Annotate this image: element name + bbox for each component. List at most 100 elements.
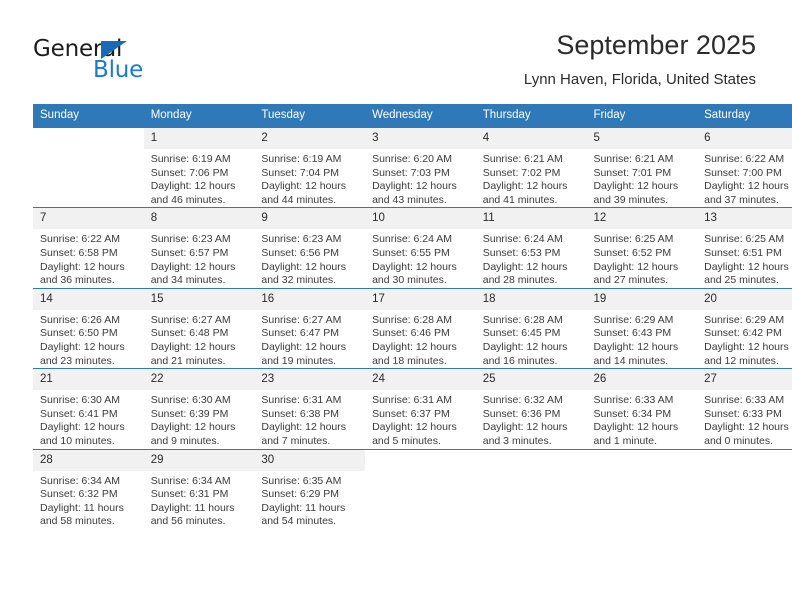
weekday-header-sunday: Sunday — [33, 104, 144, 128]
daylight-text: Daylight: 12 hours and 18 minutes. — [372, 340, 457, 367]
day-number: 25 — [475, 369, 587, 391]
calendar-week-row: 14 Sunrise: 6:26 AM Sunset: 6:50 PM Dayligh… — [33, 287, 792, 369]
sunrise-text: Sunrise: 6:32 AM — [482, 394, 563, 407]
calendar-day-cell[interactable]: 22 Sunrise: 6:30 AM Sunset: 6:39 PM Dayligh… — [143, 368, 255, 449]
calendar-day-cell[interactable]: 20 Sunrise: 6:29 AM Sunset: 6:42 PM Dayligh… — [697, 287, 792, 369]
sunrise-text: Sunrise: 6:29 AM — [704, 313, 785, 326]
calendar-day-cell[interactable]: 30 Sunrise: 6:35 AM Sunset: 6:29 PM Dayligh… — [254, 448, 366, 529]
calendar-day-cell[interactable]: 5 Sunrise: 6:21 AM Sunset: 7:01 PM Daylight… — [586, 126, 698, 208]
sunset-text: Sunset: 7:06 PM — [150, 166, 229, 179]
calendar-day-cell[interactable]: 18 Sunrise: 6:28 AM Sunset: 6:45 PM Dayligh… — [475, 287, 587, 369]
daylight-text: Daylight: 11 hours and 58 minutes. — [40, 501, 124, 528]
sunrise-text: Sunrise: 6:27 AM — [150, 313, 231, 326]
day-number: 1 — [143, 128, 255, 149]
calendar-day-cell[interactable]: 6 Sunrise: 6:22 AM Sunset: 7:00 PM Daylight… — [697, 126, 792, 208]
sunset-text: Sunset: 6:37 PM — [372, 407, 450, 420]
sunrise-text: Sunrise: 6:29 AM — [593, 313, 674, 326]
day-sun-info: Sunrise: 6:23 AM Sunset: 6:57 PM Daylight:… — [144, 229, 255, 287]
weekday-header-tuesday: Tuesday — [254, 104, 366, 128]
daylight-text: Daylight: 12 hours and 32 minutes. — [261, 260, 347, 287]
calendar-day-cell[interactable]: 11 Sunrise: 6:24 AM Sunset: 6:53 PM Dayligh… — [475, 207, 587, 289]
calendar-day-cell[interactable]: 7 Sunrise: 6:22 AM Sunset: 6:58 PM Daylight… — [33, 207, 144, 289]
sunset-text: Sunset: 6:53 PM — [482, 246, 561, 259]
calendar-week-row: 1 Sunrise: 6:19 AM Sunset: 7:06 PM Daylight… — [33, 126, 792, 208]
day-number: 14 — [33, 288, 144, 310]
daylight-text: Daylight: 12 hours and 30 minutes. — [372, 260, 457, 287]
sunrise-text: Sunrise: 6:19 AM — [261, 153, 342, 165]
calendar-day-cell[interactable]: 4 Sunrise: 6:21 AM Sunset: 7:02 PM Daylight… — [475, 126, 587, 208]
sunrise-text: Sunrise: 6:33 AM — [593, 394, 674, 407]
day-number: 23 — [254, 369, 366, 391]
day-sun-info: Sunrise: 6:31 AM Sunset: 6:38 PM Daylight:… — [254, 390, 365, 448]
daylight-text: Daylight: 12 hours and 41 minutes. — [482, 180, 568, 206]
calendar-day-cell[interactable]: 13 Sunrise: 6:25 AM Sunset: 6:51 PM Dayligh… — [697, 207, 792, 289]
day-sun-info: Sunrise: 6:27 AM Sunset: 6:47 PM Daylight:… — [254, 310, 365, 368]
sunset-text: Sunset: 6:34 PM — [593, 407, 672, 420]
sunset-text: Sunset: 6:41 PM — [40, 407, 118, 420]
page-title: September 2025 — [556, 30, 756, 60]
calendar-day-cell[interactable]: 28 Sunrise: 6:34 AM Sunset: 6:32 PM Dayligh… — [33, 448, 144, 529]
calendar-day-cell[interactable]: 15 Sunrise: 6:27 AM Sunset: 6:48 PM Dayligh… — [143, 287, 255, 369]
calendar-day-cell[interactable]: 25 Sunrise: 6:32 AM Sunset: 6:36 PM Dayligh… — [475, 368, 587, 449]
sunset-text: Sunset: 6:39 PM — [150, 407, 229, 420]
sunset-text: Sunset: 6:47 PM — [261, 327, 340, 340]
calendar-day-cell[interactable]: 8 Sunrise: 6:23 AM Sunset: 6:57 PM Daylight… — [143, 207, 255, 289]
day-sun-info: Sunrise: 6:20 AM Sunset: 7:03 PM Daylight:… — [365, 149, 476, 207]
sunrise-text: Sunrise: 6:25 AM — [704, 233, 785, 246]
calendar-day-cell[interactable]: 27 Sunrise: 6:33 AM Sunset: 6:33 PM Dayligh… — [697, 368, 792, 449]
daylight-text: Daylight: 12 hours and 36 minutes. — [40, 260, 125, 287]
calendar-day-cell[interactable]: 1 Sunrise: 6:19 AM Sunset: 7:06 PM Daylight… — [143, 126, 255, 208]
day-sun-info: Sunrise: 6:21 AM Sunset: 7:01 PM Daylight:… — [586, 149, 697, 207]
daylight-text: Daylight: 12 hours and 46 minutes. — [150, 180, 236, 206]
calendar-day-cell[interactable]: 21 Sunrise: 6:30 AM Sunset: 6:41 PM Dayligh… — [33, 368, 144, 449]
calendar-day-cell[interactable]: 3 Sunrise: 6:20 AM Sunset: 7:03 PM Daylight… — [365, 126, 476, 208]
calendar-day-cell[interactable]: 10 Sunrise: 6:24 AM Sunset: 6:55 PM Dayligh… — [365, 207, 476, 289]
sunrise-text: Sunrise: 6:26 AM — [40, 313, 120, 326]
calendar-day-cell[interactable]: 23 Sunrise: 6:31 AM Sunset: 6:38 PM Dayligh… — [254, 368, 366, 449]
page-header: General Blue September 2025 Lynn Haven, … — [0, 0, 792, 104]
day-sun-info: Sunrise: 6:28 AM Sunset: 6:46 PM Daylight:… — [365, 310, 476, 368]
calendar-day-cell[interactable]: 2 Sunrise: 6:19 AM Sunset: 7:04 PM Daylight… — [254, 126, 366, 208]
sunset-text: Sunset: 6:56 PM — [261, 246, 340, 259]
day-number: 22 — [143, 369, 255, 391]
calendar-day-cell[interactable]: 29 Sunrise: 6:34 AM Sunset: 6:31 PM Dayligh… — [143, 448, 255, 529]
calendar-day-cell-empty — [475, 448, 587, 529]
general-blue-logo[interactable]: General Blue — [33, 36, 233, 86]
sunrise-text: Sunrise: 6:30 AM — [150, 394, 231, 407]
calendar-page: General Blue September 2025 Lynn Haven, … — [0, 0, 792, 612]
calendar-day-cell[interactable]: 26 Sunrise: 6:33 AM Sunset: 6:34 PM Dayligh… — [586, 368, 698, 449]
calendar-day-cell[interactable]: 14 Sunrise: 6:26 AM Sunset: 6:50 PM Dayligh… — [33, 287, 144, 369]
calendar-day-cell[interactable]: 17 Sunrise: 6:28 AM Sunset: 6:46 PM Dayligh… — [365, 287, 476, 369]
day-number: 17 — [365, 288, 476, 310]
day-number: 5 — [586, 128, 698, 149]
calendar-day-cell[interactable]: 19 Sunrise: 6:29 AM Sunset: 6:43 PM Dayligh… — [586, 287, 698, 369]
calendar-grid: Sunday Monday Tuesday Wednesday Thursday… — [33, 104, 792, 529]
calendar-day-cell[interactable]: 24 Sunrise: 6:31 AM Sunset: 6:37 PM Dayligh… — [365, 368, 476, 449]
day-number: 10 — [365, 208, 476, 230]
daylight-text: Daylight: 12 hours and 14 minutes. — [593, 340, 679, 367]
day-number: 7 — [33, 208, 144, 230]
sunset-text: Sunset: 6:58 PM — [40, 246, 118, 259]
sunrise-text: Sunrise: 6:34 AM — [150, 474, 231, 487]
weekday-header-friday: Friday — [586, 104, 698, 128]
logo-text-blue: Blue — [93, 57, 144, 83]
day-number: 16 — [254, 288, 366, 310]
weekday-header-wednesday: Wednesday — [365, 104, 476, 128]
daylight-text: Daylight: 12 hours and 44 minutes. — [261, 180, 347, 206]
calendar-day-cell[interactable]: 16 Sunrise: 6:27 AM Sunset: 6:47 PM Dayligh… — [254, 287, 366, 369]
day-sun-info: Sunrise: 6:22 AM Sunset: 7:00 PM Daylight:… — [697, 149, 792, 207]
day-number — [697, 449, 792, 459]
sunrise-text: Sunrise: 6:21 AM — [593, 153, 674, 165]
sunset-text: Sunset: 7:04 PM — [261, 166, 340, 179]
calendar-day-cell[interactable]: 12 Sunrise: 6:25 AM Sunset: 6:52 PM Dayligh… — [586, 207, 698, 289]
daylight-text: Daylight: 12 hours and 21 minutes. — [150, 340, 236, 367]
day-sun-info: Sunrise: 6:28 AM Sunset: 6:45 PM Daylight:… — [476, 310, 587, 368]
day-number: 3 — [365, 128, 476, 149]
day-number: 4 — [475, 128, 587, 149]
sunset-text: Sunset: 6:42 PM — [704, 327, 782, 340]
daylight-text: Daylight: 12 hours and 9 minutes. — [150, 421, 236, 447]
calendar-day-cell-empty — [365, 448, 476, 529]
calendar-day-cell[interactable]: 9 Sunrise: 6:23 AM Sunset: 6:56 PM Daylight… — [254, 207, 366, 289]
sunrise-text: Sunrise: 6:23 AM — [150, 233, 231, 246]
day-number — [365, 449, 476, 459]
